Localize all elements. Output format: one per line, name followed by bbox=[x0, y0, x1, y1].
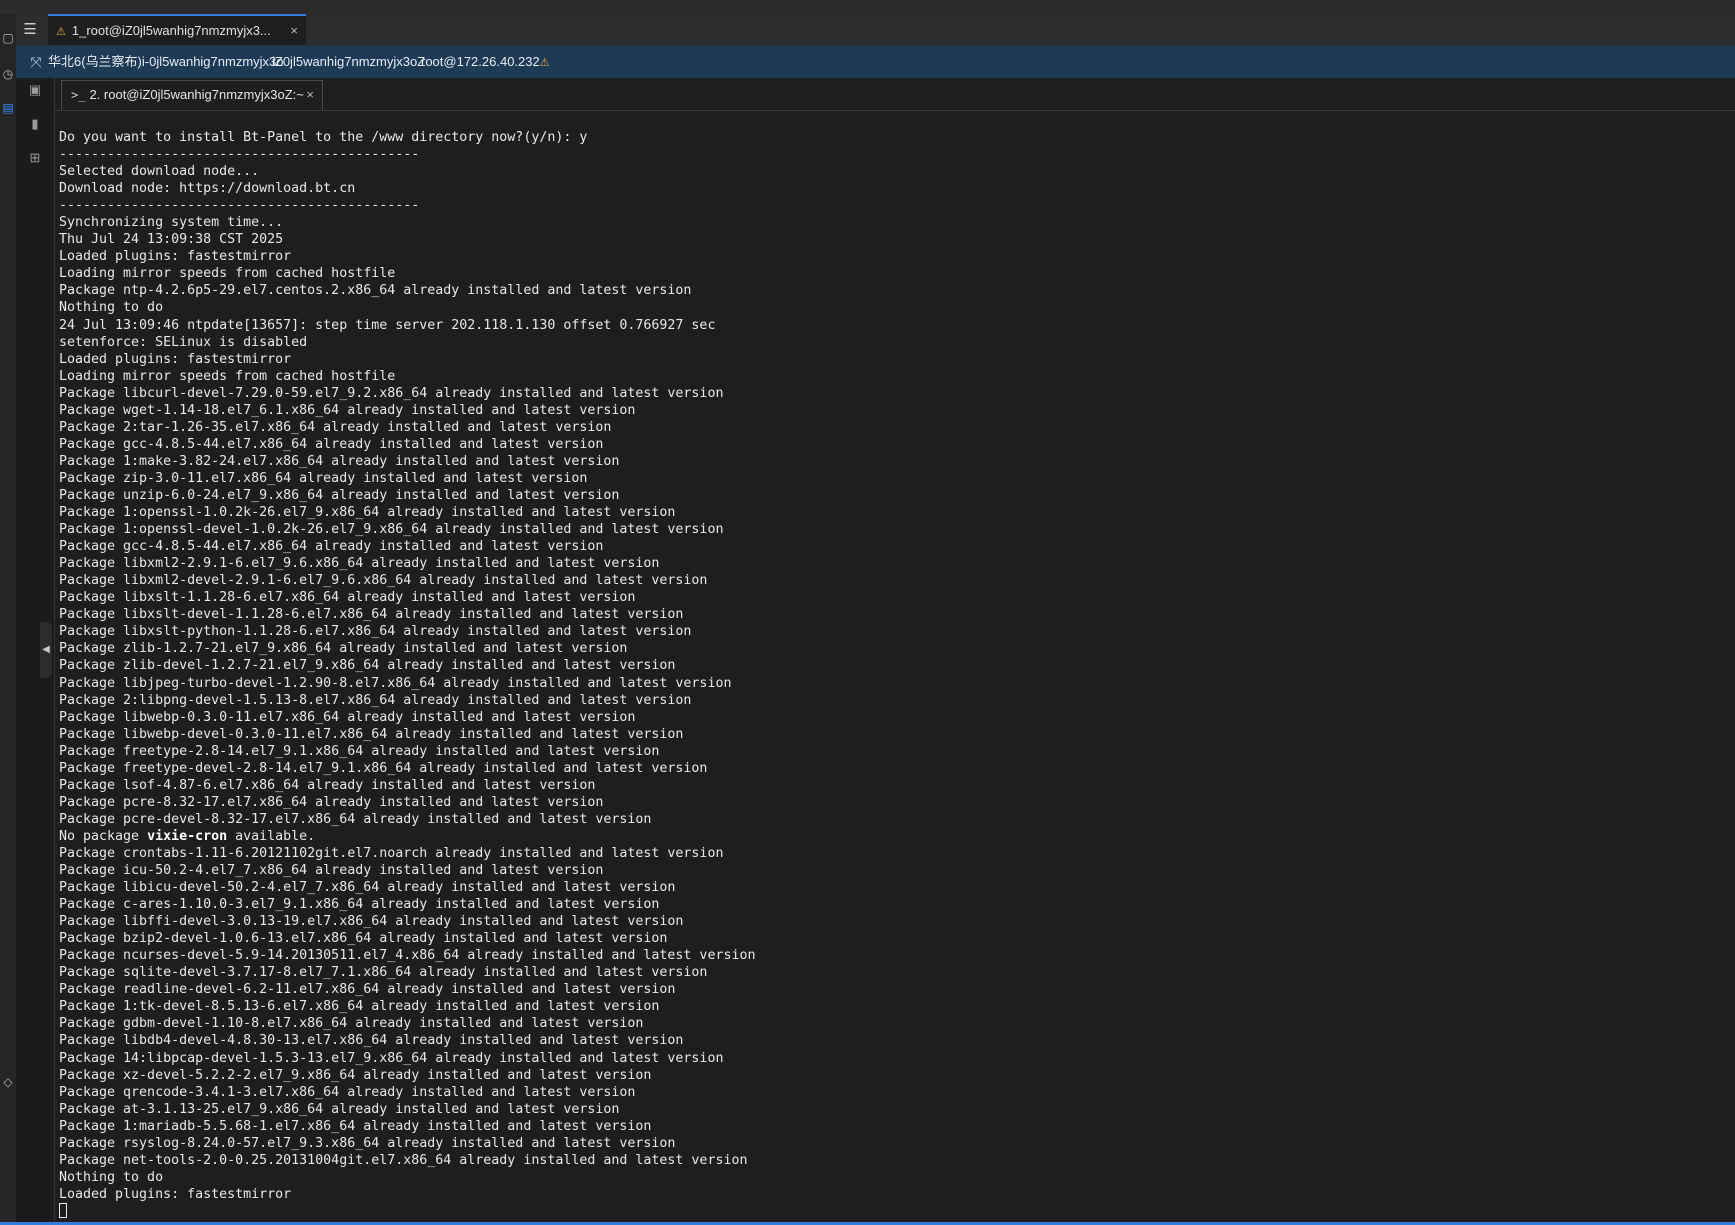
terminal-line: Package libicu-devel-50.2-4.el7_7.x86_64… bbox=[59, 880, 676, 896]
pin-icon[interactable]: ◇ bbox=[0, 1072, 16, 1092]
close-icon[interactable]: × bbox=[290, 16, 298, 45]
terminal-line: Package rsyslog-8.24.0-57.el7_9.3.x86_64… bbox=[59, 1135, 676, 1151]
terminal-line: Package ncurses-devel-5.9-14.20130511.el… bbox=[59, 948, 756, 964]
tab-terminal-2[interactable]: >_ 2. root@iZ0jl5wanhig7nmzmyjx3oZ:~ × bbox=[61, 80, 323, 110]
terminal-line: Loading mirror speeds from cached hostfi… bbox=[59, 266, 396, 282]
prompt-icon: >_ bbox=[71, 88, 86, 102]
warning-icon: ⚠ bbox=[56, 26, 66, 38]
terminal-line: Package 2:tar-1.26-35.el7.x86_64 already… bbox=[59, 419, 612, 435]
history-icon[interactable]: ◷ bbox=[0, 64, 16, 84]
terminal-line: Package wget-1.14-18.el7_6.1.x86_64 alre… bbox=[59, 402, 636, 418]
terminal-line: Package icu-50.2-4.el7_7.x86_64 already … bbox=[59, 863, 604, 879]
terminal-line: Loading mirror speeds from cached hostfi… bbox=[59, 368, 396, 384]
document-icon[interactable]: ▮ bbox=[25, 114, 45, 134]
terminal-line: Package 14:libpcap-devel-1.5.3-13.el7_9.… bbox=[59, 1050, 724, 1066]
terminal-list-icon[interactable]: ▤ bbox=[0, 98, 16, 118]
terminal-tab-bar: >_ 2. root@iZ0jl5wanhig7nmzmyjx3oZ:~ × bbox=[55, 78, 1735, 111]
terminal-line: Package 1:openssl-devel-1.0.2k-26.el7_9.… bbox=[59, 522, 724, 538]
session-list-icon[interactable]: ☰ bbox=[20, 20, 40, 40]
terminal-line: Package zip-3.0-11.el7.x86_64 already in… bbox=[59, 470, 588, 486]
cursor bbox=[59, 1202, 67, 1218]
terminal-line: Package freetype-2.8-14.el7_9.1.x86_64 a… bbox=[59, 743, 660, 759]
terminal-line: Package 1:tk-devel-8.5.13-6.el7.x86_64 a… bbox=[59, 999, 660, 1015]
terminal-line: Package libffi-devel-3.0.13-19.el7.x86_6… bbox=[59, 914, 684, 930]
warning-icon: ⚠ bbox=[539, 57, 550, 69]
terminal-line: Package qrencode-3.4.1-3.el7.x86_64 alre… bbox=[59, 1084, 636, 1100]
terminal-line: Do you want to install Bt-Panel to the /… bbox=[59, 130, 588, 145]
terminal-line: Package bzip2-devel-1.0.6-13.el7.x86_64 … bbox=[59, 931, 668, 947]
collapse-panel-handle[interactable]: ◀ bbox=[40, 622, 52, 678]
terminal-line: Package libxml2-2.9.1-6.el7_9.6.x86_64 a… bbox=[59, 556, 660, 572]
terminal-line: Package libxslt-python-1.1.28-6.el7.x86_… bbox=[59, 624, 692, 640]
terminal-lines: Do you want to install Bt-Panel to the /… bbox=[59, 129, 755, 1220]
terminal-line: 24 Jul 13:09:46 ntpdate[13657]: step tim… bbox=[59, 317, 716, 333]
close-icon[interactable]: × bbox=[306, 81, 314, 109]
terminal-line: Package 1:make-3.82-24.el7.x86_64 alread… bbox=[59, 453, 620, 469]
tab-title: 1_root@iZ0jl5wanhig7nmzmyjx3... bbox=[71, 23, 271, 38]
hostname-label: iZ0jl5wanhig7nmzmyjx3oZ bbox=[272, 54, 426, 69]
terminal-tab-label: 2. root@iZ0jl5wanhig7nmzmyjx3oZ:~ bbox=[89, 87, 304, 102]
terminal-line: ----------------------------------------… bbox=[59, 198, 420, 214]
terminal-line: Package zlib-devel-1.2.7-21.el7_9.x86_64… bbox=[59, 658, 676, 674]
terminal-line: Nothing to do bbox=[59, 1169, 164, 1185]
terminal-line: Package zlib-1.2.7-21.el7_9.x86_64 alrea… bbox=[59, 641, 628, 657]
region-instance-label: 华北6(乌兰察布)i-0jl5wanhig7nmzmyjx3o bbox=[48, 54, 284, 69]
terminal-line: ----------------------------------------… bbox=[59, 147, 420, 163]
terminal-line: Package libxml2-devel-2.9.1-6.el7_9.6.x8… bbox=[59, 573, 708, 589]
terminal-line: setenforce: SELinux is disabled bbox=[59, 334, 308, 350]
menu-bar bbox=[0, 0, 1735, 15]
user-ip-label: root@172.26.40.232⚠ bbox=[421, 54, 550, 69]
terminal-line: Package net-tools-2.0-0.25.20131004git.e… bbox=[59, 1152, 748, 1168]
terminal-line: Package gdbm-devel-1.10-8.el7.x86_64 alr… bbox=[59, 1016, 644, 1032]
terminal-line: Package libwebp-0.3.0-11.el7.x86_64 alre… bbox=[59, 709, 636, 725]
terminal-line: Package libjpeg-turbo-devel-1.2.90-8.el7… bbox=[59, 675, 732, 691]
terminal-line: Loaded plugins: fastestmirror bbox=[59, 351, 292, 367]
terminal-icon[interactable]: ▣ bbox=[25, 80, 45, 100]
terminal-line: Package pcre-8.32-17.el7.x86_64 already … bbox=[59, 794, 604, 810]
terminal-line: Package libxslt-1.1.28-6.el7.x86_64 alre… bbox=[59, 590, 636, 606]
terminal-line: Package ntp-4.2.6p5-29.el7.centos.2.x86_… bbox=[59, 283, 692, 299]
terminal-line: Thu Jul 24 13:09:38 CST 2025 bbox=[59, 232, 284, 248]
expand-icon[interactable]: ⤧ bbox=[26, 52, 46, 72]
terminal-line: Package libdb4-devel-4.8.30-13.el7.x86_6… bbox=[59, 1033, 684, 1049]
terminal-line: Package readline-devel-6.2-11.el7.x86_64… bbox=[59, 982, 676, 998]
terminal-line: No package vixie-cron available. bbox=[59, 828, 316, 844]
terminal-line: Synchronizing system time... bbox=[59, 215, 284, 231]
terminal-line: Package gcc-4.8.5-44.el7.x86_64 already … bbox=[59, 539, 604, 555]
terminal-line: Download node: https://download.bt.cn bbox=[59, 181, 356, 197]
session-info-bar: ⤧ 华北6(乌兰察布)i-0jl5wanhig7nmzmyjx3o iZ0jl5… bbox=[16, 46, 1735, 79]
tab-session-1[interactable]: ⚠ 1_root@iZ0jl5wanhig7nmzmyjx3... × bbox=[48, 14, 306, 45]
terminal-line: Package sqlite-devel-3.7.17-8.el7_7.1.x8… bbox=[59, 965, 708, 981]
terminal-line: Nothing to do bbox=[59, 300, 164, 316]
terminal-line: Package pcre-devel-8.32-17.el7.x86_64 al… bbox=[59, 811, 652, 827]
terminal-line: Package freetype-devel-2.8-14.el7_9.1.x8… bbox=[59, 760, 708, 776]
terminal-output[interactable]: Do you want to install Bt-Panel to the /… bbox=[55, 111, 1735, 1222]
terminal-line: Package c-ares-1.10.0-3.el7_9.1.x86_64 a… bbox=[59, 897, 660, 913]
terminal-line: Package 2:libpng-devel-1.5.13-8.el7.x86_… bbox=[59, 692, 692, 708]
terminal-line: Package libxslt-devel-1.1.28-6.el7.x86_6… bbox=[59, 607, 684, 623]
terminal-line: Package libwebp-devel-0.3.0-11.el7.x86_6… bbox=[59, 726, 684, 742]
window-tab-bar: ☰ ⚠ 1_root@iZ0jl5wanhig7nmzmyjx3... × bbox=[16, 14, 1735, 47]
terminal-line: Package gcc-4.8.5-44.el7.x86_64 already … bbox=[59, 436, 604, 452]
terminal-line: Selected download node... bbox=[59, 164, 260, 180]
left-rail: ▢ ◷ ▤ ◇ bbox=[0, 14, 17, 1225]
terminal-line: Loaded plugins: fastestmirror bbox=[59, 1186, 292, 1202]
terminal-line: Package xz-devel-5.2.2-2.el7_9.x86_64 al… bbox=[59, 1067, 652, 1083]
terminal-line: Package 1:mariadb-5.5.68-1.el7.x86_64 al… bbox=[59, 1118, 652, 1134]
file-icon[interactable]: ▢ bbox=[0, 28, 16, 48]
terminal-line: Package at-3.1.13-25.el7_9.x86_64 alread… bbox=[59, 1101, 620, 1117]
terminal-line: Package libcurl-devel-7.29.0-59.el7_9.2.… bbox=[59, 385, 724, 401]
terminal-line: Package 1:openssl-1.0.2k-26.el7_9.x86_64… bbox=[59, 505, 676, 521]
terminal-line: Package crontabs-1.11-6.20121102git.el7.… bbox=[59, 845, 724, 861]
terminal-line: Package lsof-4.87-6.el7.x86_64 already i… bbox=[59, 777, 596, 793]
grid-icon[interactable]: ⊞ bbox=[25, 148, 45, 168]
terminal-prompt-line[interactable] bbox=[59, 1202, 755, 1220]
terminal-line: Loaded plugins: fastestmirror bbox=[59, 249, 292, 265]
terminal-line: Package unzip-6.0-24.el7_9.x86_64 alread… bbox=[59, 487, 620, 503]
